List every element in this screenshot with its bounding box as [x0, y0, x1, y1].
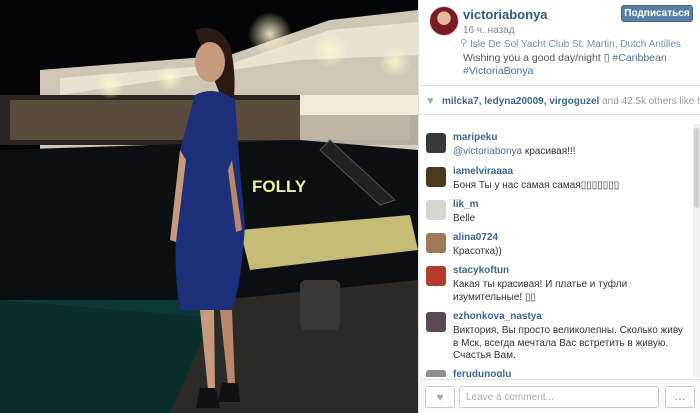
comment-footer: ♥ …	[419, 379, 700, 413]
commenter-avatar[interactable]	[426, 370, 446, 377]
comment-text: Виктория, Вы просто великолепны. Сколько…	[453, 325, 683, 361]
comment-body: красивая!!!	[522, 146, 576, 157]
post-sidebar: victoriabonya Подписаться 16 ч. назад ⚲ …	[418, 0, 700, 413]
location-pin-icon: ⚲	[460, 38, 468, 49]
like-button[interactable]: ♥	[425, 386, 455, 408]
comments-list: maripeku @victoriabonya красивая!!! iame…	[419, 124, 693, 377]
commenter-avatar[interactable]	[426, 312, 446, 332]
caption-text: Wishing you a good day/night	[463, 52, 604, 64]
photo-illustration: FOLLY	[0, 0, 418, 413]
post-location[interactable]: Isle De Sol Yacht Club St. Martin, Dutch…	[470, 39, 681, 50]
likes-suffix: others like this	[648, 96, 700, 107]
more-options-icon: …	[674, 389, 686, 403]
likes-and: and	[599, 96, 622, 107]
commenter-avatar[interactable]	[426, 200, 446, 220]
post-header: victoriabonya Подписаться 16 ч. назад ⚲ …	[419, 0, 700, 86]
follow-button[interactable]: Подписаться	[621, 5, 693, 22]
comments-scrollbar[interactable]	[693, 124, 700, 377]
author-avatar[interactable]	[429, 6, 459, 36]
post-photo[interactable]: FOLLY	[0, 0, 418, 413]
likers-list[interactable]: milcka7, ledyna20009, virgoguzel	[442, 96, 599, 107]
post-caption: Wishing you a good day/night ▯ #Caribbea…	[463, 52, 695, 78]
commenter-username[interactable]: ferudunoglu	[453, 369, 511, 377]
heart-icon: ♥	[436, 390, 444, 404]
commenter-avatar[interactable]	[426, 133, 446, 153]
more-options-button[interactable]: …	[665, 386, 695, 408]
commenter-username[interactable]: maripeku	[453, 132, 497, 143]
scrollbar-thumb[interactable]	[694, 128, 699, 208]
comment-text: @victoriabonya красивая!!!	[453, 146, 689, 159]
caption-emoji: ▯	[603, 52, 610, 64]
post-timestamp[interactable]: 16 ч. назад	[463, 25, 515, 36]
comment-text: Belle	[453, 213, 476, 224]
commenter-avatar[interactable]	[426, 266, 446, 286]
commenter-username[interactable]: alina0724	[453, 232, 498, 243]
comment-text: Красотка))	[453, 246, 502, 257]
comment-text: Боня Ты у нас самая самая▯▯▯▯▯▯▯	[453, 180, 620, 191]
comment-text: Какая ты красивая! И платье и туфли изум…	[453, 279, 628, 303]
commenter-username[interactable]: stacykoftun	[453, 265, 509, 276]
heart-icon: ♥	[427, 95, 434, 107]
likes-count[interactable]: 42.5k	[622, 96, 646, 107]
commenter-username[interactable]: ezhonkova_nastya	[453, 311, 542, 322]
comment-input[interactable]	[459, 386, 659, 408]
comment-mention[interactable]: @victoriabonya	[453, 146, 522, 157]
author-username[interactable]: victoriabonya	[463, 7, 548, 22]
commenter-avatar[interactable]	[426, 167, 446, 187]
yacht-name-sign: FOLLY	[252, 177, 307, 196]
likes-summary: milcka7, ledyna20009, virgoguzel and 42.…	[442, 96, 700, 107]
commenter-username[interactable]: iamelviraaaa	[453, 166, 513, 177]
commenter-username[interactable]: lik_m	[453, 199, 479, 210]
likes-bar: ♥ milcka7, ledyna20009, virgoguzel and 4…	[419, 87, 700, 115]
commenter-avatar[interactable]	[426, 233, 446, 253]
